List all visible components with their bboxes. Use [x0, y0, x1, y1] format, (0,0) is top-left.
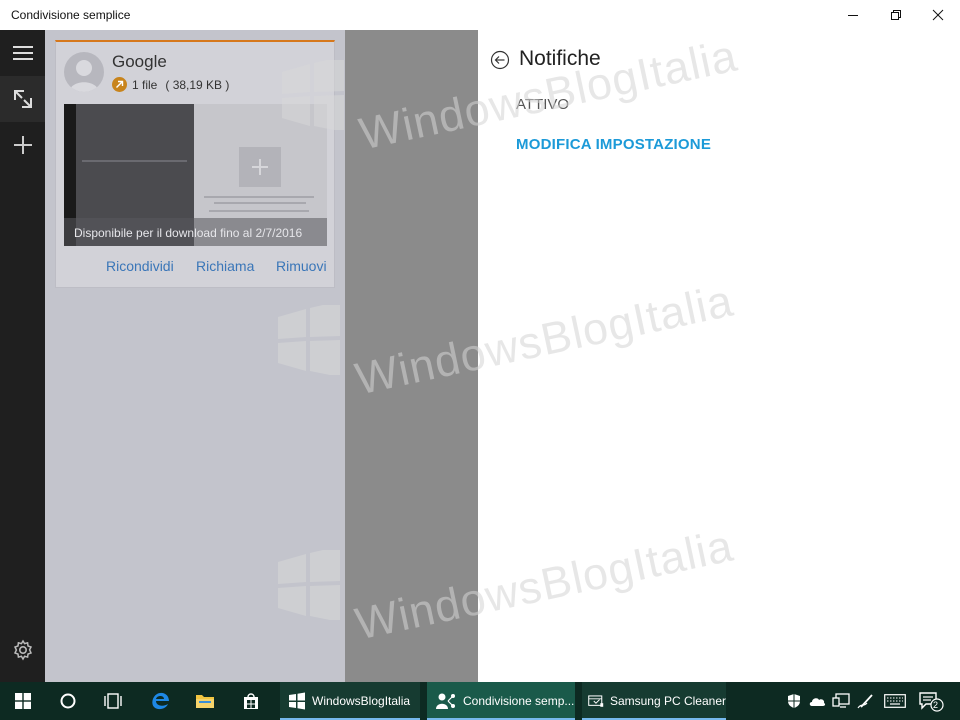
start-button[interactable]: [0, 682, 46, 720]
network-icon: [832, 693, 850, 708]
folder-icon: [196, 695, 214, 708]
edge-icon: [152, 692, 169, 710]
notification-icon: [919, 692, 944, 712]
minimize-button[interactable]: [831, 0, 875, 30]
share-app-icon: [436, 693, 455, 709]
window-title: Condivisione semplice: [11, 8, 131, 22]
store-button[interactable]: [228, 682, 274, 720]
back-arrow-icon: [490, 50, 510, 70]
file-preview-thumbnail[interactable]: Disponibile per il download fino al 2/7/…: [64, 104, 327, 246]
taskbar-app-label: Condivisione semp...: [463, 694, 575, 708]
task-view-icon: [104, 693, 122, 709]
defender-tray-button[interactable]: [784, 682, 804, 720]
taskbar-app-windowsblogitalia[interactable]: WindowsBlogItalia: [280, 682, 420, 720]
keyboard-icon: [884, 694, 906, 708]
cortana-button[interactable]: [45, 682, 91, 720]
reshare-button[interactable]: Ricondividi: [106, 258, 174, 274]
restore-button[interactable]: [874, 0, 918, 30]
notifications-status: ATTIVO: [516, 96, 570, 113]
panel-title: Notifiche: [519, 47, 601, 70]
store-bag-icon: [244, 693, 258, 709]
taskbar-app-label: Samsung PC Cleaner: [609, 694, 726, 708]
person-icon: [69, 60, 99, 92]
settings-button[interactable]: [0, 627, 45, 673]
task-view-button[interactable]: [90, 682, 136, 720]
side-nav: [0, 30, 45, 682]
onedrive-tray-button[interactable]: [806, 682, 828, 720]
share-recipient-name: Google: [112, 52, 167, 71]
app-window: Condivisione semplice Google 1 file (38…: [0, 0, 960, 720]
action-center-button[interactable]: 2: [916, 682, 946, 720]
nav-add-button[interactable]: [0, 122, 45, 168]
samsung-cleaner-icon: [588, 695, 604, 707]
preview-text-line: [209, 210, 309, 212]
file-info: 1 file ( 38,19 KB ): [112, 77, 229, 92]
file-count: 1 file: [132, 77, 158, 92]
taskbar-app-label: WindowsBlogItalia: [312, 694, 411, 708]
pen-icon: [857, 694, 873, 709]
remove-button[interactable]: Rimuovi: [276, 258, 327, 274]
recall-button[interactable]: Richiama: [196, 258, 254, 274]
gear-icon: [13, 639, 32, 661]
avatar: [64, 52, 104, 92]
preview-plus-icon: [239, 147, 281, 187]
back-button[interactable]: [490, 50, 510, 70]
pen-tray-button[interactable]: [855, 682, 877, 720]
upload-arrow-icon: [112, 77, 127, 92]
file-explorer-button[interactable]: [182, 682, 228, 720]
file-size: ( 38,19 KB ): [165, 77, 230, 92]
restore-icon: [891, 10, 901, 20]
cortana-circle-icon: [60, 693, 76, 709]
shield-icon: [788, 694, 800, 708]
title-bar: Condivisione semplice: [0, 0, 960, 30]
sync-arrows-icon: [13, 90, 32, 108]
preview-text-line: [204, 196, 314, 198]
share-card[interactable]: Google 1 file ( 38,19 KB ) Disponibile p…: [55, 40, 335, 288]
taskbar: WindowsBlogItalia Condivisione semp... S…: [0, 682, 960, 720]
preview-text-line: [82, 160, 187, 162]
close-button[interactable]: [916, 0, 960, 30]
notification-count: 2: [933, 700, 939, 710]
minimize-icon: [848, 15, 858, 16]
availability-caption: Disponibile per il download fino al 2/7/…: [64, 218, 327, 246]
taskbar-app-samsung-cleaner[interactable]: Samsung PC Cleaner: [582, 682, 726, 720]
cloud-icon: [809, 698, 826, 706]
windows-logo-icon: [15, 693, 31, 709]
hamburger-menu-button[interactable]: [0, 30, 45, 76]
plus-icon: [13, 136, 32, 154]
shares-list: Google 1 file ( 38,19 KB ) Disponibile p…: [45, 30, 345, 682]
nav-shares-button[interactable]: [0, 76, 45, 122]
card-actions: Ricondividi Richiama Rimuovi: [56, 258, 336, 278]
windowsblogitalia-icon: [289, 692, 305, 710]
network-tray-button[interactable]: [830, 682, 852, 720]
close-icon: [932, 9, 944, 21]
preview-text-line: [214, 202, 306, 204]
dimmed-overlay[interactable]: [345, 30, 478, 682]
taskbar-app-condivisione[interactable]: Condivisione semp...: [427, 682, 575, 720]
hamburger-icon: [12, 46, 33, 60]
change-setting-link[interactable]: MODIFICA IMPOSTAZIONE: [516, 136, 711, 153]
edge-browser-button[interactable]: [137, 682, 183, 720]
keyboard-tray-button[interactable]: [881, 682, 909, 720]
notifications-panel: Notifiche ATTIVO MODIFICA IMPOSTAZIONE: [478, 30, 960, 682]
